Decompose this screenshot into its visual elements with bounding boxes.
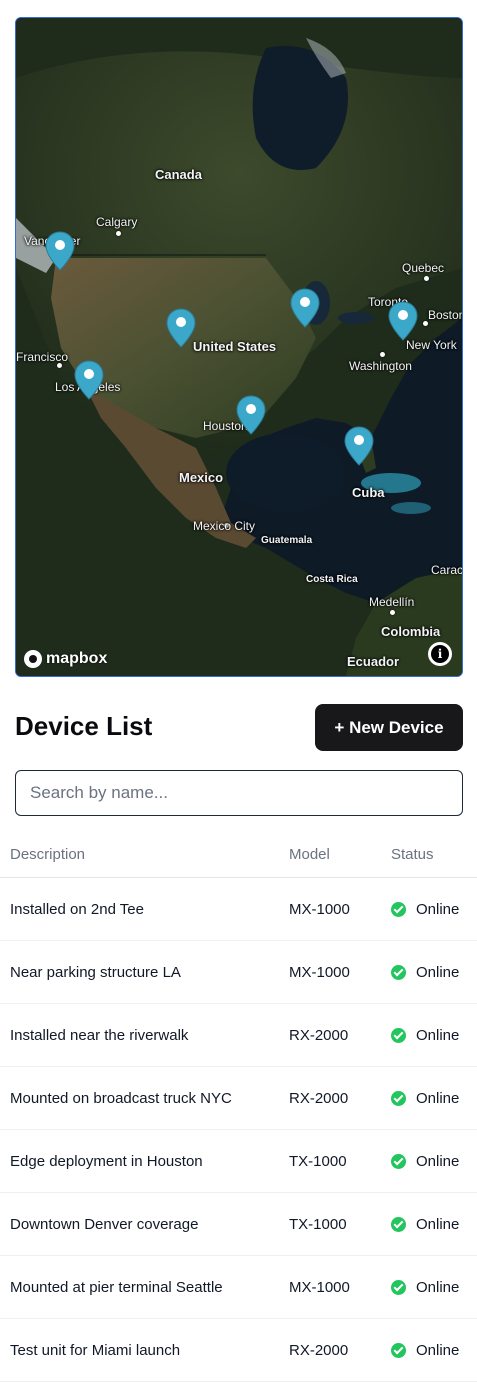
map-label-guatemala: Guatemala — [261, 535, 313, 546]
table-row[interactable]: Downtown Denver coverage TX-1000 Online — [0, 1192, 477, 1256]
mapbox-logo-text: mapbox — [46, 650, 108, 667]
column-header-model[interactable]: Model — [279, 832, 381, 878]
status-label: Online — [416, 963, 460, 981]
check-circle-icon — [391, 964, 406, 980]
map-pin-icon[interactable] — [236, 395, 266, 435]
device-description: Installed near the riverwalk — [0, 1003, 279, 1067]
search-input[interactable] — [15, 770, 463, 816]
new-device-button[interactable]: + New Device — [315, 704, 463, 751]
status-label: Online — [416, 1341, 460, 1359]
map-pin-icon[interactable] — [344, 426, 374, 466]
device-status: Online — [381, 940, 477, 1004]
status-label: Online — [416, 1278, 460, 1296]
device-status: Online — [381, 1003, 477, 1067]
map-label-canada: Canada — [155, 167, 202, 182]
column-header-status[interactable]: Status — [381, 832, 477, 878]
status-label: Online — [416, 900, 460, 918]
device-model: RX-2000 — [279, 1066, 381, 1130]
map-label-cuba: Cuba — [352, 485, 385, 500]
device-description: Mounted at pier terminal Seattle — [0, 1255, 279, 1319]
map-attribution-info-button[interactable]: i — [428, 642, 452, 666]
table-row[interactable]: Installed near the riverwalk RX-2000 Onl… — [0, 1003, 477, 1067]
device-status: Online — [381, 877, 477, 941]
device-description: Edge deployment in Houston — [0, 1129, 279, 1193]
table-row[interactable]: Mounted on broadcast truck NYC RX-2000 O… — [0, 1066, 477, 1130]
check-circle-icon — [391, 1090, 406, 1106]
map-label-mexico: Mexico — [179, 470, 224, 485]
status-label: Online — [416, 1026, 460, 1044]
device-table: Description Model Status Installed on 2n… — [0, 832, 477, 1382]
map-label-calgary: Calgary — [96, 215, 138, 229]
map-pin-icon[interactable] — [388, 301, 418, 341]
device-status: Online — [381, 1192, 477, 1256]
status-label: Online — [416, 1089, 460, 1107]
map-label-washington: Washington — [349, 359, 412, 373]
device-status: Online — [381, 1318, 477, 1382]
page-title: Device List — [15, 711, 153, 741]
table-row[interactable]: Near parking structure LA MX-1000 Online — [0, 940, 477, 1004]
device-model: MX-1000 — [279, 940, 381, 1004]
device-model: TX-1000 — [279, 1192, 381, 1256]
table-header-row: Description Model Status — [0, 832, 477, 878]
map-label-costa-rica: Costa Rica — [306, 574, 358, 585]
map-label-boston: Boston — [428, 308, 463, 322]
map-pin-icon[interactable] — [74, 360, 104, 400]
info-icon: i — [431, 645, 449, 663]
check-circle-icon — [391, 901, 406, 917]
device-model: RX-2000 — [279, 1003, 381, 1067]
map-label-quebec: Quebec — [402, 261, 445, 275]
capital-dot — [380, 352, 385, 357]
map-pin-icon[interactable] — [166, 308, 196, 348]
device-description: Near parking structure LA — [0, 940, 279, 1004]
table-row[interactable]: Edge deployment in Houston TX-1000 Onlin… — [0, 1129, 477, 1193]
city-dot — [390, 610, 395, 615]
map-label-san-francisco: Francisco — [16, 350, 69, 364]
device-model: MX-1000 — [279, 877, 381, 941]
table-row[interactable]: Installed on 2nd Tee MX-1000 Online — [0, 877, 477, 941]
column-header-description[interactable]: Description — [0, 832, 279, 878]
mapbox-logo[interactable]: mapbox — [24, 650, 107, 668]
check-circle-icon — [391, 1216, 406, 1232]
table-row[interactable]: Test unit for Miami launch RX-2000 Onlin… — [0, 1318, 477, 1382]
map-pin-icon[interactable] — [290, 288, 320, 328]
city-dot — [424, 276, 429, 281]
map-label-colombia: Colombia — [381, 624, 441, 639]
map-pin-icon[interactable] — [45, 231, 75, 271]
check-circle-icon — [391, 1342, 406, 1358]
city-dot — [116, 231, 121, 236]
check-circle-icon — [391, 1153, 406, 1169]
device-description: Mounted on broadcast truck NYC — [0, 1066, 279, 1130]
status-label: Online — [416, 1215, 460, 1233]
device-status: Online — [381, 1129, 477, 1193]
device-map[interactable]: Canada Calgary Vancouver Quebec Toronto … — [15, 17, 463, 677]
check-circle-icon — [391, 1027, 406, 1043]
device-status: Online — [381, 1255, 477, 1319]
map-label-united-states: United States — [193, 339, 277, 354]
device-description: Installed on 2nd Tee — [0, 877, 279, 941]
device-model: RX-2000 — [279, 1318, 381, 1382]
status-label: Online — [416, 1152, 460, 1170]
check-circle-icon — [391, 1279, 406, 1295]
device-description: Downtown Denver coverage — [0, 1192, 279, 1256]
map-label-caracas: Carac — [431, 563, 463, 577]
map-label-mexico-city: Mexico City — [193, 519, 256, 533]
device-status: Online — [381, 1066, 477, 1130]
device-model: TX-1000 — [279, 1129, 381, 1193]
map-label-medellin: Medellín — [369, 595, 415, 609]
device-description: Test unit for Miami launch — [0, 1318, 279, 1382]
map-label-ecuador: Ecuador — [347, 654, 400, 669]
mapbox-logo-icon — [24, 650, 42, 668]
table-row[interactable]: Mounted at pier terminal Seattle MX-1000… — [0, 1255, 477, 1319]
device-model: MX-1000 — [279, 1255, 381, 1319]
